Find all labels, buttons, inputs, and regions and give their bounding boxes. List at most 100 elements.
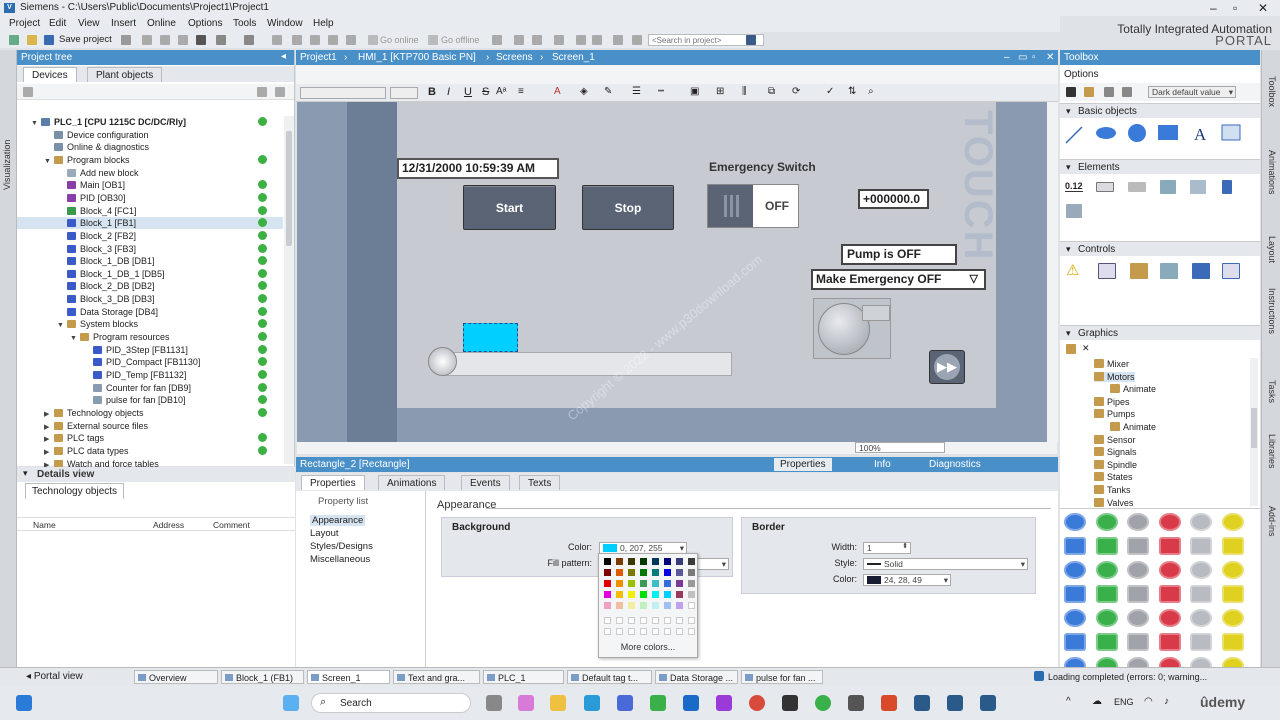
graphic-thumbnail[interactable] (1095, 537, 1118, 555)
strikethrough-icon[interactable]: S (482, 86, 489, 98)
side-tab-instructions[interactable]: Instructions (1267, 288, 1277, 334)
font-select[interactable] (300, 87, 386, 99)
tree-item[interactable]: Block_4 [FC1] (17, 205, 283, 217)
graphics-clear-icon[interactable]: ✕ (1082, 343, 1090, 354)
palette-color-cell[interactable] (640, 569, 647, 576)
graphic-thumbnail[interactable] (1190, 633, 1212, 651)
compare-icon[interactable] (632, 35, 642, 45)
simulate-icon[interactable] (346, 35, 356, 45)
font-size-select[interactable] (390, 87, 418, 99)
canvas-horizontal-scrollbar[interactable]: 100% (297, 442, 1057, 454)
editor-close-icon[interactable]: ✕ (1046, 50, 1054, 65)
underline-icon[interactable]: U (464, 86, 472, 98)
new-project-icon[interactable] (9, 35, 19, 45)
tree-item[interactable]: Block_1_DB_1 [DB5] (17, 268, 283, 280)
delete-icon[interactable] (196, 35, 206, 45)
palette-color-cell[interactable] (604, 569, 611, 576)
palette-color-cell[interactable] (640, 617, 647, 624)
border-width-field[interactable]: 1 ⬍ (863, 542, 911, 554)
cloud-icon[interactable]: ☁ (1092, 696, 1102, 707)
graphic-thumbnail[interactable] (1095, 561, 1118, 579)
palette-color-cell[interactable] (616, 558, 623, 565)
col-comment[interactable]: Comment (213, 518, 250, 532)
text-tool-icon[interactable]: A (1194, 125, 1207, 144)
palette-color-cell[interactable] (688, 591, 695, 598)
graphics-folder-item[interactable]: Valves (1094, 497, 1133, 508)
tab-events[interactable]: Events (461, 475, 510, 490)
graphic-io-icon[interactable] (1160, 180, 1176, 194)
nav-appearance[interactable]: Appearance (310, 515, 366, 526)
graphic-thumbnail[interactable] (1064, 537, 1086, 555)
editor-tab[interactable]: Text and gra... (393, 670, 480, 684)
editor-float-icon[interactable]: ▭ (1018, 50, 1027, 65)
palette-color-cell[interactable] (676, 617, 683, 624)
visualization-tab[interactable]: Visualization (2, 140, 12, 190)
tree-refresh-icon[interactable] (275, 87, 285, 97)
palette-color-cell[interactable] (640, 580, 647, 587)
palette-color-cell[interactable] (616, 602, 623, 609)
maximize-button[interactable]: ▫ (1233, 0, 1237, 16)
tree-item[interactable]: ▶ PLC data types (17, 445, 283, 457)
taskbar-search[interactable]: ⌕ Search (311, 693, 471, 713)
pointer-icon[interactable] (1066, 87, 1076, 97)
section-basic-objects[interactable]: Basic objects (1060, 103, 1260, 119)
breadcrumb-screen[interactable]: Screen_1 (552, 50, 595, 65)
emergency-switch[interactable]: OFF (707, 184, 799, 228)
palette-color-cell[interactable] (688, 569, 695, 576)
graphics-folder-item[interactable]: Animate (1110, 384, 1156, 394)
symbolic-io-icon[interactable] (1128, 182, 1146, 192)
menu-edit[interactable]: Edit (49, 18, 66, 29)
editor-tab[interactable]: pulse for fan ... (741, 670, 823, 684)
tree-item[interactable]: Block_3 [FB3] (17, 243, 283, 255)
tree-item[interactable]: Main [OB1] (17, 179, 283, 191)
graphics-folder-item[interactable]: Spindle (1094, 459, 1137, 470)
task-view-icon[interactable] (486, 695, 502, 711)
theme-select[interactable]: Dark default value ▾ (1148, 86, 1236, 98)
palette-color-cell[interactable] (604, 602, 611, 609)
cut-icon[interactable] (142, 35, 152, 45)
palette-color-cell[interactable] (688, 580, 695, 587)
emergency-dropdown[interactable]: Make Emergency OFF ▽ (811, 269, 986, 290)
border-style-select[interactable]: Solid ▾ (863, 558, 1028, 570)
graphic-thumbnail[interactable] (1095, 513, 1118, 531)
line-color-icon[interactable]: ✎ (604, 86, 612, 97)
tab-plant-objects[interactable]: Plant objects (87, 67, 163, 82)
tab-info-head[interactable]: Info (874, 457, 891, 472)
start-cpu-icon[interactable] (514, 35, 524, 45)
editor-minimize-icon[interactable]: – (1004, 50, 1010, 65)
palette-color-cell[interactable] (652, 569, 659, 576)
tree-item[interactable]: PID_Temp [FB1132] (17, 369, 283, 381)
graphic-thumbnail[interactable] (1158, 633, 1181, 651)
save-project-button[interactable]: Save project (59, 34, 112, 45)
graphic-thumbnail[interactable] (1127, 633, 1149, 651)
graphics-folder-icon[interactable] (1066, 344, 1076, 354)
bold-icon[interactable]: B (428, 86, 436, 98)
graphic-thumbnail[interactable] (1221, 609, 1244, 627)
split-v-icon[interactable] (592, 35, 602, 45)
distribute-icon[interactable]: ⫼ (742, 86, 747, 97)
xbox-icon[interactable] (650, 695, 666, 711)
nav-layout[interactable]: Layout (310, 528, 339, 539)
zoom-icon[interactable]: ⌕ (868, 86, 874, 97)
undo-icon[interactable] (216, 35, 226, 45)
powerpoint-icon[interactable] (881, 695, 897, 711)
side-tab-toolbox[interactable]: Toolbox (1267, 76, 1277, 107)
wincc-rt-icon[interactable] (980, 695, 996, 711)
print-icon[interactable] (121, 35, 131, 45)
zoom-select[interactable]: 100% (855, 442, 945, 453)
tree-item[interactable]: Data Storage [DB4] (17, 306, 283, 318)
palette-color-cell[interactable] (604, 591, 611, 598)
close-window-button[interactable]: ✕ (1258, 0, 1268, 16)
go-online-button[interactable]: Go online (380, 35, 419, 45)
palette-color-cell[interactable] (616, 591, 623, 598)
menu-project[interactable]: Project (9, 18, 40, 29)
upload-icon[interactable] (328, 35, 338, 45)
bar-icon[interactable] (1222, 180, 1232, 194)
tray-chevron-icon[interactable]: ^ (1066, 696, 1071, 707)
graphic-thumbnail[interactable] (1221, 537, 1244, 555)
section-controls[interactable]: Controls (1060, 241, 1260, 257)
tree-item[interactable]: Counter for fan [DB9] (17, 382, 283, 394)
palette-color-cell[interactable] (676, 602, 683, 609)
editor-tab[interactable]: Overview (134, 670, 218, 684)
palette-color-cell[interactable] (628, 617, 635, 624)
